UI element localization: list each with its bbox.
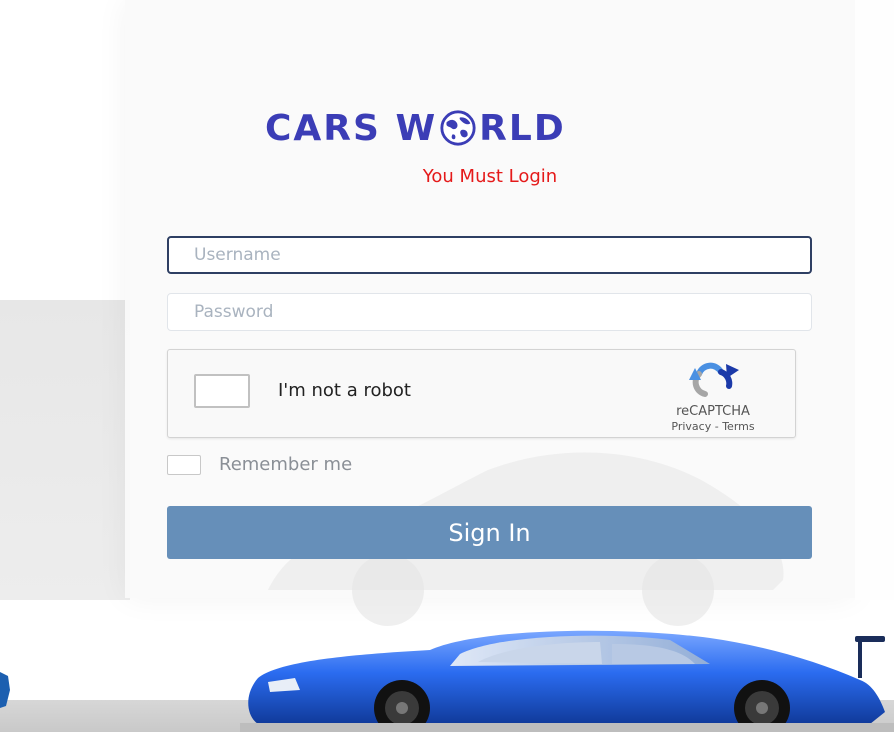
remember-me[interactable]: Remember me: [167, 454, 352, 475]
brand-logo: CARS W RLD: [265, 104, 735, 152]
logo-text-right: RLD: [479, 107, 566, 149]
background-left-wall: [0, 300, 130, 600]
sports-car-icon: [240, 630, 894, 732]
password-field[interactable]: [167, 293, 812, 331]
remember-me-label: Remember me: [219, 454, 353, 475]
recaptcha-widget: I'm not a robot reCAPTCHA Privacy - Term…: [167, 349, 796, 438]
recaptcha-brand: reCAPTCHA: [676, 404, 750, 419]
recaptcha-logo-icon: [689, 362, 739, 397]
globe-icon: [440, 110, 476, 146]
login-required-message: You Must Login: [422, 166, 558, 187]
recaptcha-checkbox[interactable]: [194, 374, 250, 408]
left-car-fragment: [0, 672, 10, 708]
username-field[interactable]: [167, 236, 812, 274]
logo-text-left: CARS W: [265, 107, 438, 149]
sign-in-button[interactable]: Sign In: [167, 506, 812, 559]
background-right-band: [855, 0, 894, 600]
recaptcha-label: I'm not a robot: [278, 380, 411, 401]
recaptcha-links[interactable]: Privacy - Terms: [648, 420, 778, 433]
remember-me-checkbox[interactable]: [167, 454, 201, 475]
